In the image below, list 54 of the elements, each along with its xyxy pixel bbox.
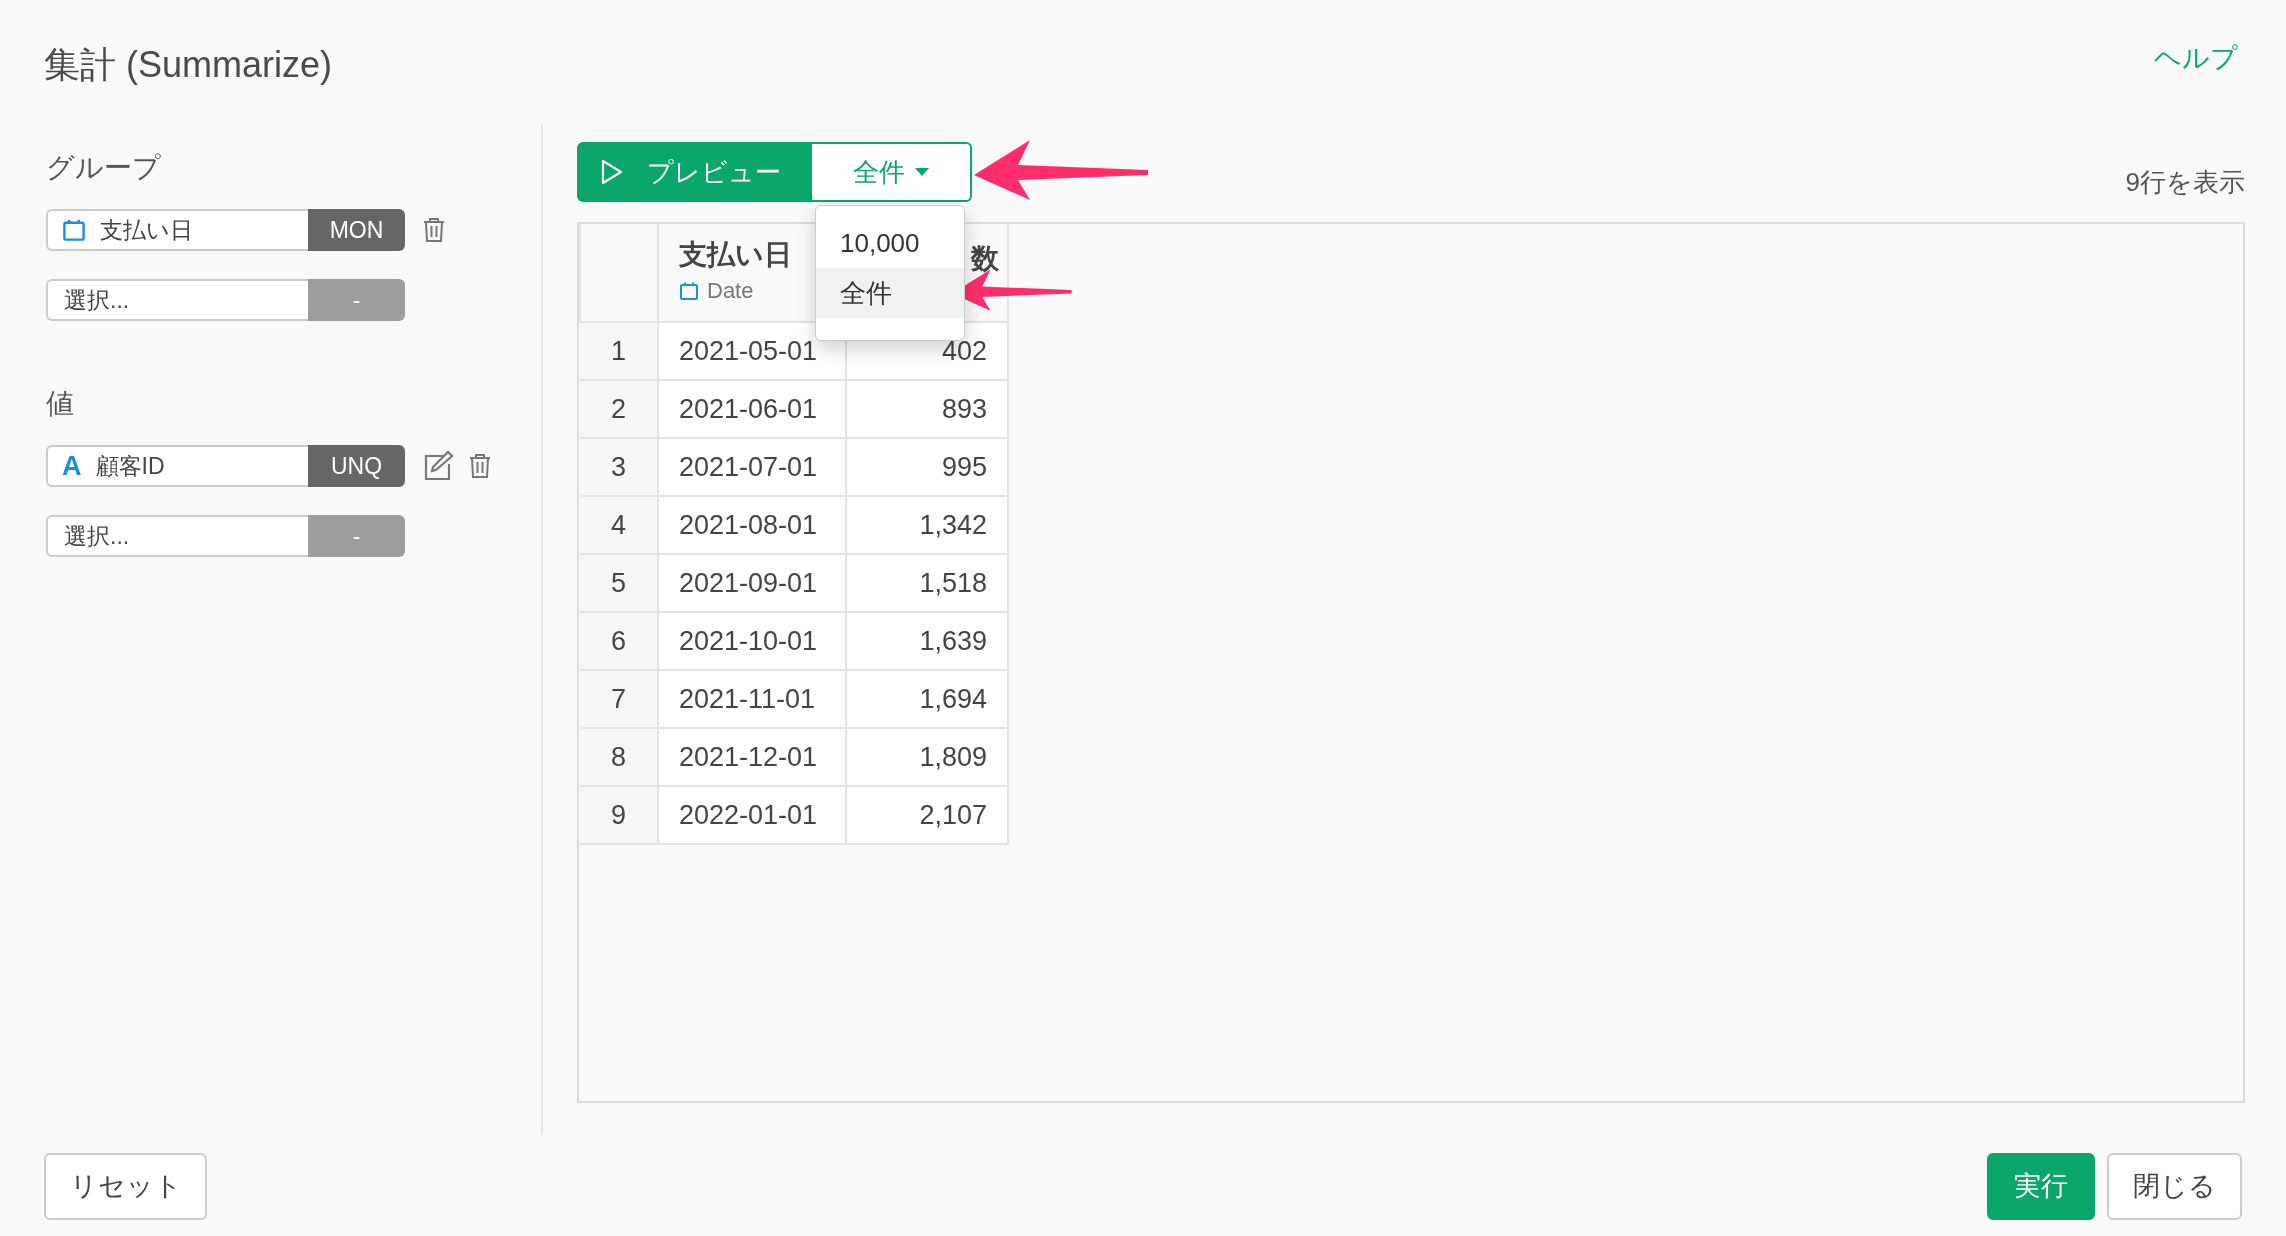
trash-icon bbox=[469, 453, 491, 479]
row-number: 8 bbox=[580, 728, 658, 786]
table-cell: 1,809 bbox=[846, 728, 1008, 786]
column-select[interactable]: 支払い日 bbox=[46, 209, 308, 251]
table-cell: 2,107 bbox=[846, 786, 1008, 844]
table-cell: 2021-05-01 bbox=[658, 322, 846, 380]
text-type-icon: A bbox=[62, 445, 82, 487]
table-cell: 2022-01-01 bbox=[658, 786, 846, 844]
menu-item[interactable]: 10,000 bbox=[816, 218, 964, 268]
row-number: 1 bbox=[580, 322, 658, 380]
column-name: 支払い日 bbox=[679, 240, 792, 271]
row-number: 4 bbox=[580, 496, 658, 554]
caret-icon bbox=[915, 168, 929, 176]
table-cell: 2021-11-01 bbox=[658, 670, 846, 728]
section-label: 値 bbox=[46, 387, 75, 421]
column-type: Date bbox=[707, 277, 754, 305]
calendar-icon bbox=[679, 280, 699, 301]
delete-button[interactable] bbox=[469, 453, 491, 479]
column-select[interactable]: 選択... bbox=[46, 515, 308, 557]
reset-button[interactable]: リセット bbox=[44, 1153, 207, 1220]
table-cell: 1,694 bbox=[846, 670, 1008, 728]
play-icon bbox=[601, 159, 623, 185]
table-cell: 995 bbox=[846, 438, 1008, 496]
trash-icon bbox=[423, 217, 445, 243]
column-name: 数 bbox=[971, 244, 999, 275]
row-number: 5 bbox=[580, 554, 658, 612]
delete-button[interactable] bbox=[423, 217, 445, 243]
table-cell: 893 bbox=[846, 380, 1008, 438]
edit-icon bbox=[423, 451, 455, 481]
table-cell: 1,639 bbox=[846, 612, 1008, 670]
section-label: グループ bbox=[46, 151, 162, 185]
aggregation-button[interactable]: UNQ bbox=[308, 445, 405, 487]
row-number: 6 bbox=[580, 612, 658, 670]
table-cell: 2021-12-01 bbox=[658, 728, 846, 786]
table-cell: 1,518 bbox=[846, 554, 1008, 612]
table-cell: 2021-07-01 bbox=[658, 438, 846, 496]
calendar-icon bbox=[62, 218, 86, 242]
aggregation-button[interactable]: MON bbox=[308, 209, 405, 251]
dialog-title: 集計 (Summarize) bbox=[44, 43, 333, 87]
row-number: 3 bbox=[580, 438, 658, 496]
table-cell: 2021-08-01 bbox=[658, 496, 846, 554]
table-cell: 2021-09-01 bbox=[658, 554, 846, 612]
table-cell: 1,342 bbox=[846, 496, 1008, 554]
row-number: 2 bbox=[580, 380, 658, 438]
row-count-label: 9行を表示 bbox=[2125, 166, 2245, 199]
table-cell: 2021-06-01 bbox=[658, 380, 846, 438]
row-number: 9 bbox=[580, 786, 658, 844]
menu-item[interactable]: 全件 bbox=[816, 268, 964, 318]
column-select[interactable]: 選択... bbox=[46, 279, 308, 321]
column-select[interactable]: A 顧客ID bbox=[46, 445, 308, 487]
table-cell: 2021-10-01 bbox=[658, 612, 846, 670]
row-number: 7 bbox=[580, 670, 658, 728]
close-button[interactable]: 閉じる bbox=[2107, 1153, 2242, 1220]
edit-button[interactable] bbox=[423, 451, 455, 481]
